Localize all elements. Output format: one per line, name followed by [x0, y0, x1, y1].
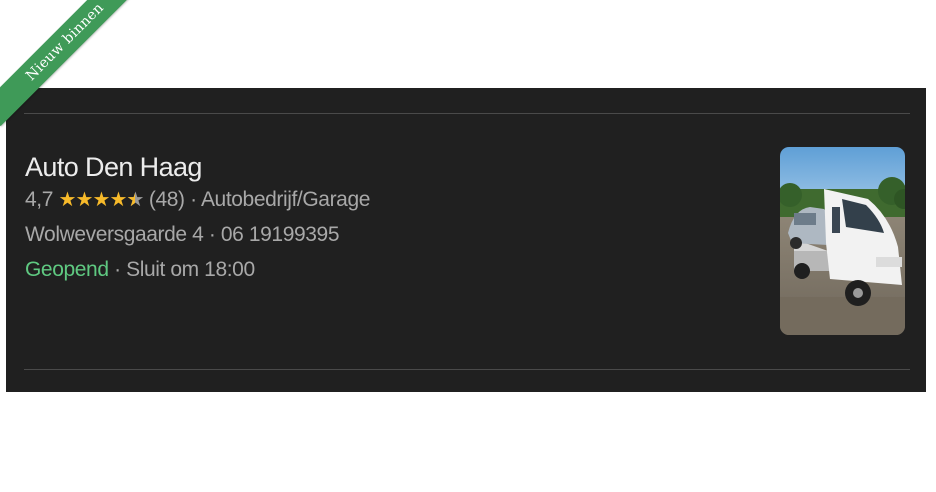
business-listing-card[interactable]: Auto Den Haag 4,7 ★★★★★ ★ (48) · Autobedr… — [6, 88, 926, 392]
star-icon: ★ — [92, 189, 110, 211]
listing-info: Auto Den Haag 4,7 ★★★★★ ★ (48) · Autobedr… — [25, 151, 745, 293]
page: Auto Den Haag 4,7 ★★★★★ ★ (48) · Autobedr… — [0, 0, 936, 492]
contact-row: Wolweversgaarde 4 · 06 19199395 — [25, 223, 745, 247]
business-category: Autobedrijf/Garage — [200, 188, 371, 211]
rating-row: 4,7 ★★★★★ ★ (48) · Autobedrijf/Garage — [25, 188, 745, 212]
half-star-icon: ★ ★ — [126, 189, 144, 211]
star-icon: ★ — [109, 189, 127, 211]
separator: · — [114, 258, 121, 281]
rating-value: 4,7 — [25, 188, 53, 211]
closing-time: Sluit om 18:00 — [126, 258, 255, 281]
tow-truck-photo-icon — [780, 147, 905, 335]
divider-bottom — [24, 369, 910, 370]
business-thumbnail[interactable] — [780, 147, 905, 335]
hours-row: Geopend · Sluit om 18:00 — [25, 258, 745, 282]
star-icon: ★ — [58, 189, 76, 211]
business-name[interactable]: Auto Den Haag — [25, 151, 745, 183]
separator: · — [208, 223, 216, 246]
separator: · — [190, 188, 197, 211]
review-count[interactable]: (48) — [149, 188, 185, 211]
business-address: Wolweversgaarde 4 — [25, 223, 204, 246]
open-status: Geopend — [25, 258, 109, 281]
star-rating: ★★★★★ ★ — [58, 188, 144, 212]
business-phone[interactable]: 06 19199395 — [221, 223, 340, 246]
divider-top — [24, 113, 910, 114]
star-icon: ★ — [75, 189, 93, 211]
